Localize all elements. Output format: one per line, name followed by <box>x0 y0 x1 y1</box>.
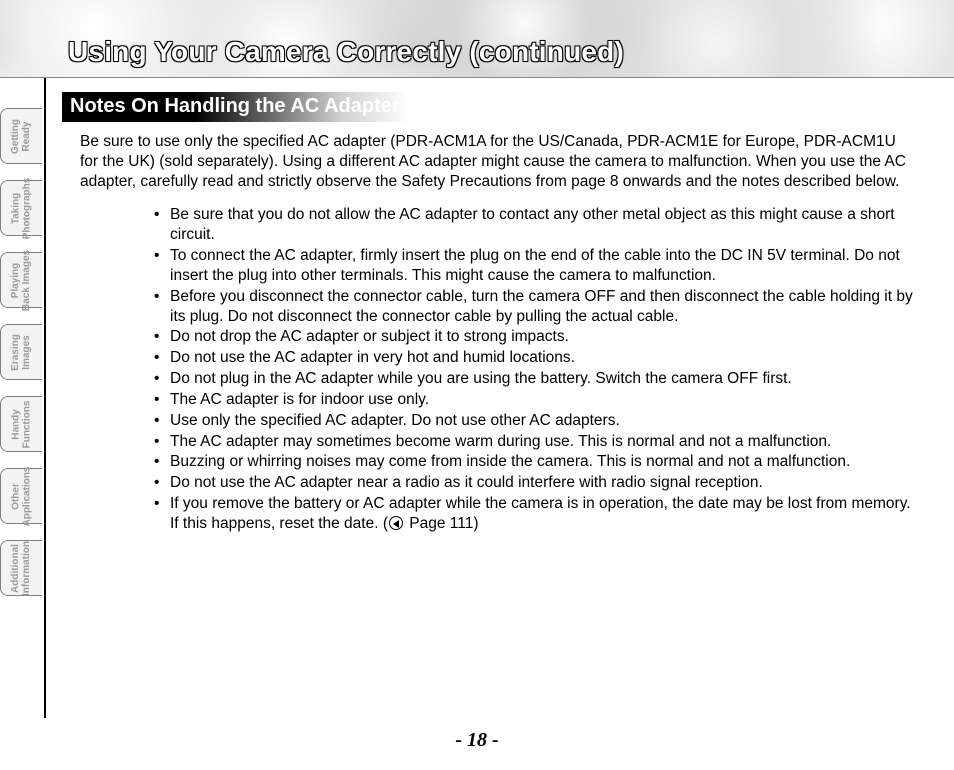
content: Notes On Handling the AC Adapter Be sure… <box>62 92 932 535</box>
intro-text: Be sure to use only the specified AC ada… <box>80 132 914 191</box>
tab-label: TakingPhotographs <box>11 177 32 239</box>
page-ref-icon <box>389 516 403 530</box>
list-item: The AC adapter is for indoor use only. <box>154 390 914 410</box>
list-item: Do not use the AC adapter near a radio a… <box>154 473 914 493</box>
tab-other-applications[interactable]: OtherApplications <box>0 468 42 524</box>
tab-erasing-images[interactable]: ErasingImages <box>0 324 42 380</box>
list-item: Buzzing or whirring noises may come from… <box>154 452 914 472</box>
list-item: Do not drop the AC adapter or subject it… <box>154 327 914 347</box>
divider <box>44 78 46 718</box>
bullet-list: Be sure that you do not allow the AC ada… <box>154 205 914 533</box>
tab-taking-photographs[interactable]: TakingPhotographs <box>0 180 42 236</box>
side-tabs: GettingReady TakingPhotographs PlayingBa… <box>0 108 42 596</box>
tab-label: HandyFunctions <box>11 400 32 448</box>
tab-playing-back-images[interactable]: PlayingBack Images <box>0 252 42 308</box>
list-item-text: Page 111) <box>405 515 479 532</box>
page: Using Your Camera Correctly (continued) … <box>0 0 954 770</box>
tab-label: PlayingBack Images <box>11 249 32 310</box>
tab-handy-functions[interactable]: HandyFunctions <box>0 396 42 452</box>
list-item: If you remove the battery or AC adapter … <box>154 494 914 534</box>
list-item: Before you disconnect the connector cabl… <box>154 287 914 327</box>
tab-label: OtherApplications <box>11 466 32 526</box>
list-item: Do not plug in the AC adapter while you … <box>154 369 914 389</box>
list-item: Use only the specified AC adapter. Do no… <box>154 411 914 431</box>
list-item: To connect the AC adapter, firmly insert… <box>154 246 914 286</box>
section-heading: Notes On Handling the AC Adapter <box>62 92 410 122</box>
tab-label: AdditionalInformation <box>11 541 32 596</box>
list-item: Be sure that you do not allow the AC ada… <box>154 205 914 245</box>
tab-label: GettingReady <box>11 119 32 154</box>
page-title: Using Your Camera Correctly (continued) <box>68 36 624 68</box>
tab-getting-ready[interactable]: GettingReady <box>0 108 42 164</box>
list-item: The AC adapter may sometimes become warm… <box>154 432 914 452</box>
tab-label: ErasingImages <box>11 334 32 371</box>
page-number: - 18 - <box>0 729 954 752</box>
list-item-text: If you remove the battery or AC adapter … <box>170 495 911 532</box>
tab-additional-information[interactable]: AdditionalInformation <box>0 540 42 596</box>
list-item: Do not use the AC adapter in very hot an… <box>154 348 914 368</box>
